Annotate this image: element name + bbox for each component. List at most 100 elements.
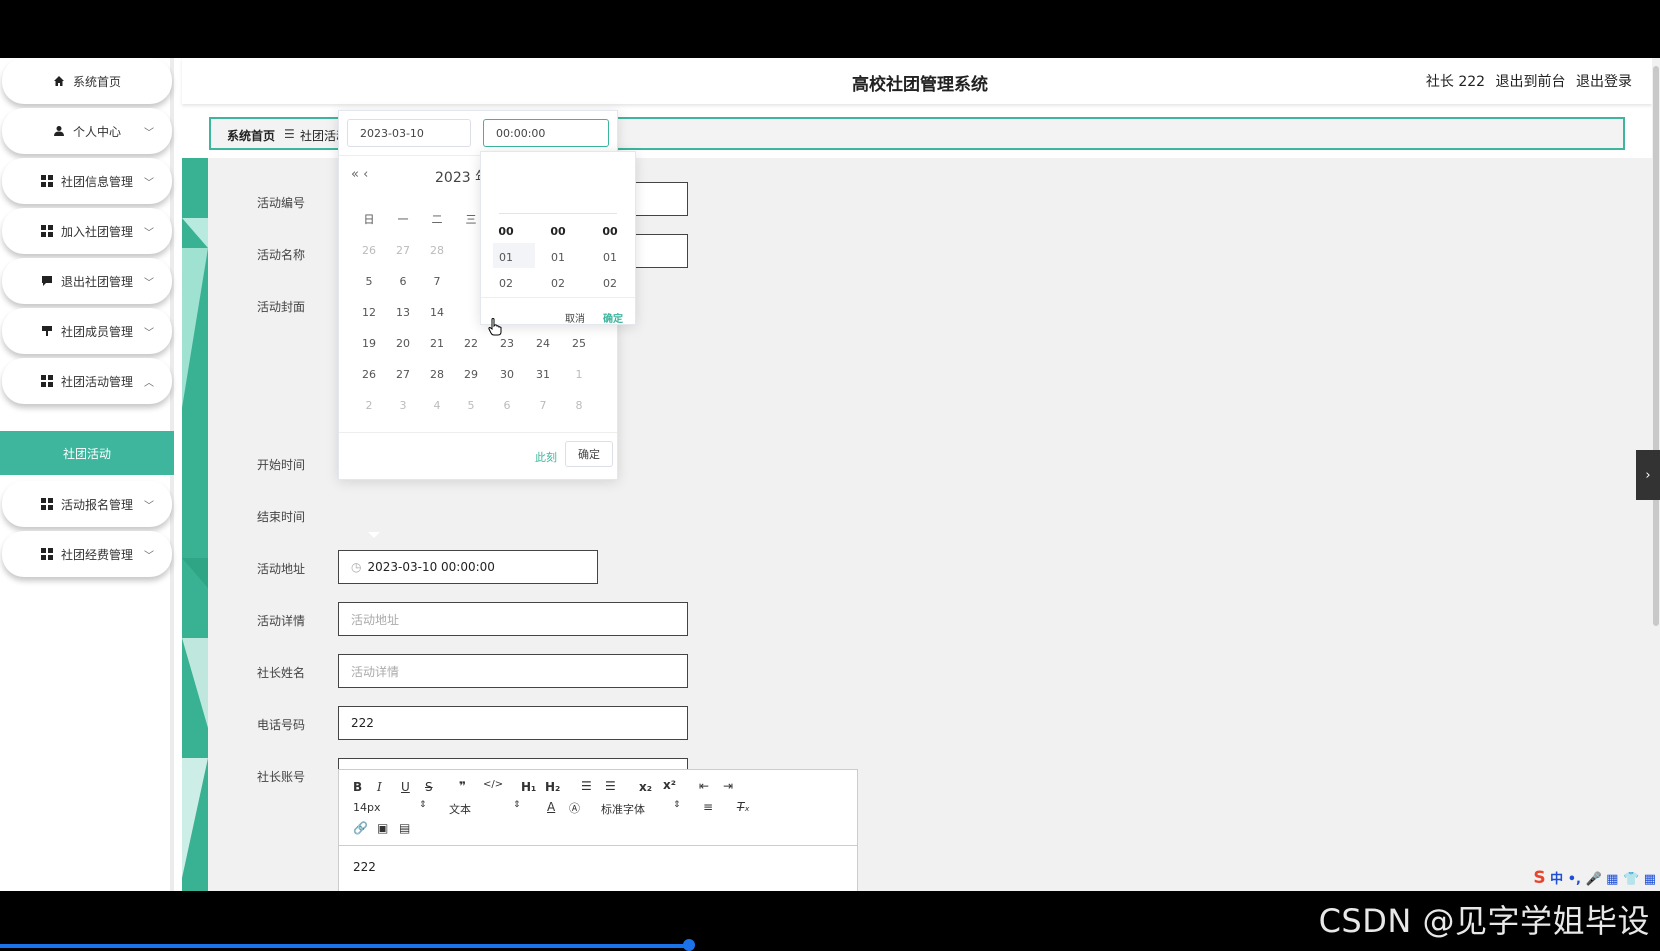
underline-icon[interactable]: U [401, 780, 410, 794]
calendar-day[interactable]: 25 [567, 337, 591, 350]
sidebar-item-join-club[interactable]: 加入社团管理 ﹀ [2, 208, 172, 254]
calendar-day[interactable]: 7 [531, 399, 555, 412]
scrollbar-thumb[interactable] [1653, 66, 1659, 626]
sidebar-item-signup[interactable]: 活动报名管理 ﹀ [2, 481, 172, 527]
calendar-day[interactable]: 28 [425, 244, 449, 257]
minute-cell[interactable]: 01 [543, 251, 573, 264]
link-icon[interactable]: 🔗 [353, 821, 368, 835]
hour-cell[interactable]: 01 [491, 251, 521, 264]
breadcrumb-home[interactable]: 系统首页 [227, 127, 275, 144]
subscript-icon[interactable]: x₂ [639, 780, 652, 794]
calendar-day[interactable]: 7 [425, 275, 449, 288]
quote-icon[interactable]: ❞ [459, 779, 466, 793]
editor-body[interactable]: 222 [353, 860, 376, 874]
rich-text-editor[interactable]: B I U S ❞ </> H₁ H₂ ☰ ☰ x₂ x² ⇤ ⇥ 14px ⇕… [338, 769, 858, 891]
sidebar-item-activities[interactable]: 社团活动管理 ︿ [2, 358, 172, 404]
calendar-day[interactable]: 31 [531, 368, 555, 381]
calendar-day[interactable]: 14 [425, 306, 449, 319]
time-cancel-button[interactable]: 取消 [565, 310, 585, 325]
calendar-day[interactable]: 12 [357, 306, 381, 319]
chevron-up-icon: ︿ [144, 377, 154, 389]
chevron-right-icon[interactable]: › [1636, 450, 1660, 500]
now-button[interactable]: 此刻 [535, 449, 557, 465]
address-input[interactable]: 活动地址 [338, 602, 688, 636]
sidebar-item-personal[interactable]: 个人中心 ﹀ [2, 108, 172, 154]
second-cell[interactable]: 01 [595, 251, 625, 264]
label-end-time: 结束时间 [257, 510, 306, 524]
calendar-day[interactable]: 26 [357, 368, 381, 381]
video-progress-bar[interactable] [0, 944, 690, 948]
calendar-day[interactable]: 21 [425, 337, 449, 350]
calendar-day[interactable]: 27 [391, 368, 415, 381]
calendar-day[interactable]: 24 [531, 337, 555, 350]
h2-icon[interactable]: H₂ [545, 780, 560, 794]
calendar-day[interactable]: 5 [459, 399, 483, 412]
strike-icon[interactable]: S [425, 780, 433, 794]
superscript-icon[interactable]: x² [663, 778, 676, 792]
hour-cell[interactable]: 02 [491, 277, 521, 290]
header-user-area: 社长 222 退出到前台 退出登录 [1420, 71, 1632, 91]
sidebar-subitem-activity[interactable]: 社团活动 [0, 431, 174, 475]
prev-year-month-icon[interactable]: « ‹ [351, 167, 368, 182]
calendar-day[interactable]: 3 [391, 399, 415, 412]
bold-icon[interactable]: B [353, 780, 362, 794]
clear-format-icon[interactable]: T̶ₓ [737, 800, 750, 814]
bullet-list-icon[interactable]: ☰ [605, 779, 616, 793]
video-progress-handle[interactable] [683, 939, 695, 951]
minute-cell[interactable]: 00 [543, 225, 573, 238]
code-icon[interactable]: </> [483, 779, 503, 790]
calendar-day[interactable]: 29 [459, 368, 483, 381]
calendar-day[interactable]: 30 [495, 368, 519, 381]
picker-confirm-button[interactable]: 确定 [565, 441, 613, 467]
video-icon[interactable]: ▤ [399, 821, 410, 835]
sidebar-item-quit-club[interactable]: 退出社团管理 ﹀ [2, 258, 172, 304]
h1-icon[interactable]: H₁ [521, 780, 536, 794]
minute-cell[interactable]: 02 [543, 277, 573, 290]
align-icon[interactable]: ≡ [703, 800, 713, 814]
calendar-day[interactable]: 5 [357, 275, 381, 288]
italic-icon[interactable]: I [377, 780, 382, 794]
picker-date-input[interactable]: 2023-03-10 [347, 119, 471, 147]
font-family-select[interactable]: 标准字体 [601, 801, 645, 817]
calendar-day[interactable]: 8 [567, 399, 591, 412]
second-cell[interactable]: 00 [595, 225, 625, 238]
sidebar-item-club-info[interactable]: 社团信息管理 ﹀ [2, 158, 172, 204]
time-selection-line [499, 213, 617, 214]
calendar-day[interactable]: 26 [357, 244, 381, 257]
font-color-icon[interactable]: A [547, 800, 555, 814]
font-size-select[interactable]: 14px [353, 801, 381, 814]
calendar-day[interactable]: 22 [459, 337, 483, 350]
image-icon[interactable]: ▣ [377, 821, 388, 835]
calendar-day[interactable]: 19 [357, 337, 381, 350]
calendar-day[interactable]: 13 [391, 306, 415, 319]
text-type-select[interactable]: 文本 [449, 801, 471, 817]
hour-cell[interactable]: 00 [491, 225, 521, 238]
calendar-day[interactable]: 6 [391, 275, 415, 288]
calendar-day[interactable]: 28 [425, 368, 449, 381]
outdent-icon[interactable]: ⇤ [699, 779, 709, 793]
leader-name-input[interactable]: 222 [338, 706, 688, 740]
calendar-day[interactable]: 4 [425, 399, 449, 412]
ordered-list-icon[interactable]: ☰ [581, 779, 592, 793]
sidebar-item-home[interactable]: 系统首页 [2, 58, 172, 104]
calendar-day[interactable]: 2 [357, 399, 381, 412]
calendar-day[interactable]: 1 [567, 368, 591, 381]
second-cell[interactable]: 02 [595, 277, 625, 290]
to-front-link[interactable]: 退出到前台 [1496, 74, 1566, 90]
detail-input[interactable]: 活动详情 [338, 654, 688, 688]
sidebar-item-funds[interactable]: 社团经费管理 ﹀ [2, 531, 172, 577]
end-time-input[interactable]: ◷ 2023-03-10 00:00:00 [338, 550, 598, 584]
sidebar-item-members[interactable]: 社团成员管理 ﹀ [2, 308, 172, 354]
bg-color-icon[interactable]: Ⓐ [569, 800, 580, 816]
calendar-day[interactable]: 23 [495, 337, 519, 350]
ime-toolbar[interactable]: S 中 •, 🎤 ▦ 👕 ▦ [1533, 868, 1656, 888]
calendar-day[interactable]: 27 [391, 244, 415, 257]
ime-status: 中 •, 🎤 ▦ 👕 ▦ [1550, 872, 1656, 887]
logout-link[interactable]: 退出登录 [1576, 74, 1632, 90]
indent-icon[interactable]: ⇥ [723, 779, 733, 793]
picker-time-input[interactable]: 00:00:00 [483, 119, 609, 147]
time-confirm-button[interactable]: 确定 [603, 310, 623, 325]
decorative-stripe [182, 158, 208, 891]
calendar-day[interactable]: 6 [495, 399, 519, 412]
calendar-day[interactable]: 20 [391, 337, 415, 350]
